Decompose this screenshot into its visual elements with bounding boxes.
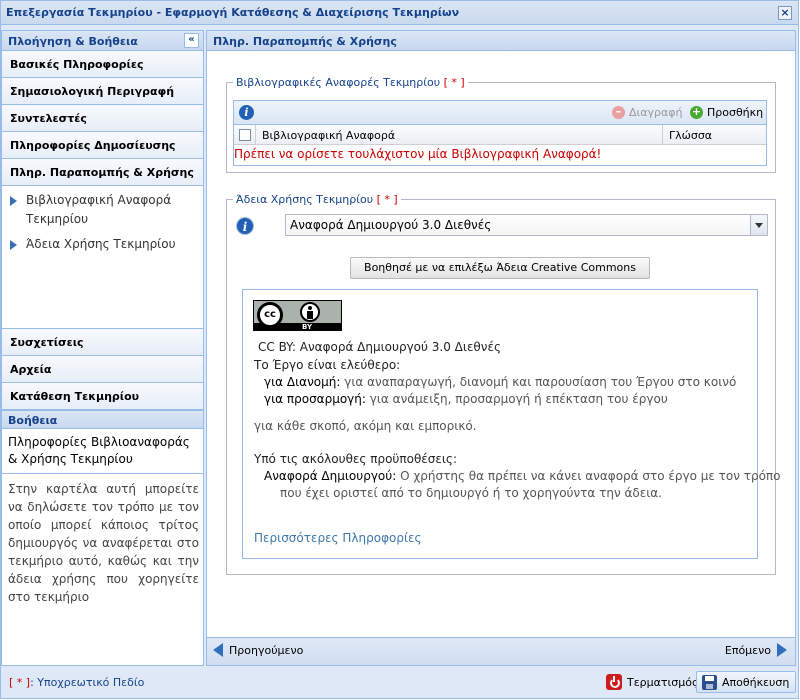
cc-by-badge-icon: cc BY — [253, 300, 342, 331]
help-body: Στην καρτέλα αυτή μπορείτε να δηλώσετε τ… — [8, 482, 199, 604]
citations-legend: Βιβλιογραφικές Αναφορές Τεκμηρίου [ * ] — [233, 76, 468, 89]
main-panel-header: Πληρ. Παραπομπής & Χρήσης — [207, 31, 795, 51]
delete-button[interactable]: – Διαγραφή — [612, 106, 682, 119]
attribution-person-icon — [300, 302, 320, 322]
nav-item-contributors[interactable]: Συντελεστές — [2, 105, 203, 132]
navigation-panel: Πλοήγηση & Βοήθεια « Βασικές Πληροφορίες… — [1, 30, 204, 666]
sub-link-label: Άδεια Χρήσης Τεκμηρίου — [26, 237, 176, 251]
more-info-link[interactable]: Περισσότερες Πληροφορίες — [254, 531, 422, 545]
nav-item-publication-info[interactable]: Πληροφορίες Δημοσίευσης — [2, 132, 203, 159]
terminate-button[interactable]: Τερματισμός — [601, 671, 703, 693]
required-field-note: [ * ]: Υποχρεωτικό Πεδίο — [9, 676, 145, 689]
close-icon[interactable]: × — [778, 6, 792, 20]
license-distribute-line: για Διανομή: για αναπαραγωγή, διανομή κα… — [264, 375, 737, 389]
add-button[interactable]: + Προσθήκη — [690, 106, 763, 119]
arrow-right-icon — [777, 643, 787, 657]
license-legend: Άδεια Χρήσης Τεκμηρίου [ * ] — [233, 193, 401, 206]
minus-icon: – — [612, 106, 625, 119]
license-summary-box: cc BY CC BY: Αναφορά Δημιουργού 3.0 Διεθ… — [242, 289, 781, 559]
nav-item-basic-info[interactable]: Βασικές Πληροφορίες — [2, 51, 203, 78]
navigation-panel-header: Πλοήγηση & Βοήθεια « — [2, 31, 203, 51]
citations-fieldset: Βιβλιογραφικές Αναφορές Τεκμηρίου [ * ] … — [226, 76, 776, 173]
info-icon[interactable]: i — [239, 105, 254, 120]
edit-item-window: Επεξεργασία Τεκμηρίου - Εφαρμογή Κατάθεσ… — [0, 0, 799, 699]
cc-license-helper-button[interactable]: Βοηθησέ με να επιλέξω Άδεια Creative Com… — [350, 257, 650, 279]
arrow-left-icon — [213, 643, 223, 657]
navigation-panel-title: Πλοήγηση & Βοήθεια — [8, 35, 138, 48]
nav-item-relations[interactable]: Συσχετίσεις — [2, 329, 203, 356]
save-button[interactable]: Αποθήκευση — [696, 671, 797, 693]
license-adapt-line: για προσαρμογή: για ανάμειξη, προσαρμογή… — [264, 392, 668, 406]
previous-button[interactable]: Προηγούμενο — [213, 643, 303, 657]
nav-item-citation-usage[interactable]: Πληρ. Παραπομπής & Χρήσης — [2, 159, 203, 186]
triangle-right-icon — [10, 196, 17, 206]
citations-toolbar: i – Διαγραφή + Προσθήκη — [234, 101, 766, 125]
window-titlebar[interactable]: Επεξεργασία Τεκμηρίου - Εφαρμογή Κατάθεσ… — [1, 1, 798, 25]
cc-logo: cc — [257, 302, 283, 328]
license-free-work: Το Έργο είναι ελεύθερο: — [254, 358, 401, 372]
collapse-panel-icon[interactable]: « — [184, 33, 199, 48]
license-attribution-line: Αναφορά Δημιουργού: Ο χρήστης θα πρέπει … — [264, 469, 781, 483]
license-attribution-line-2: που έχει οριστεί από το δημιουργό ή το χ… — [280, 486, 662, 500]
select-all-checkbox[interactable] — [238, 128, 251, 141]
license-conditions: Υπό τις ακόλουθες προϋποθέσεις: — [254, 452, 458, 466]
column-header-language[interactable]: Γλώσσα — [663, 125, 766, 144]
citations-error-message: Πρέπει να ορίσετε τουλάχιστον μία Βιβλιο… — [234, 147, 602, 161]
license-select-row: i Αναφορά Δημιουργού 3.0 Διεθνές — [233, 214, 768, 238]
sub-link-label: Βιβλιογραφική Αναφορά Τεκμηρίου — [26, 193, 172, 226]
by-label: BY — [302, 323, 313, 331]
help-heading: Πληροφορίες Βιβλιοαναφοράς & Χρήσης Τεκμ… — [2, 429, 203, 474]
nav-sub-list: Βιβλιογραφική Αναφορά Τεκμηρίου Άδεια Χρ… — [2, 186, 203, 329]
sub-link-license[interactable]: Άδεια Χρήσης Τεκμηρίου — [2, 233, 203, 258]
sub-link-bibliographic-reference[interactable]: Βιβλιογραφική Αναφορά Τεκμηρίου — [2, 189, 203, 233]
chevron-down-icon[interactable] — [750, 215, 767, 235]
citations-grid-header: Βιβλιογραφική Αναφορά Γλώσσα — [234, 125, 766, 145]
window-title: Επεξεργασία Τεκμηρίου - Εφαρμογή Κατάθεσ… — [6, 6, 460, 19]
license-select-value: Αναφορά Δημιουργού 3.0 Διεθνές — [290, 218, 492, 232]
license-select[interactable]: Αναφορά Δημιουργού 3.0 Διεθνές — [285, 214, 768, 236]
help-header: Βοήθεια — [2, 410, 203, 429]
required-marker: [ * ] — [443, 76, 465, 89]
main-panel-title: Πληρ. Παραπομπής & Χρήσης — [213, 35, 397, 48]
info-icon[interactable]: i — [236, 217, 254, 235]
plus-icon: + — [690, 105, 703, 119]
required-marker: [ * ] — [9, 676, 31, 689]
required-marker: [ * ] — [376, 193, 398, 206]
nav-item-files[interactable]: Αρχεία — [2, 356, 203, 383]
license-fieldset: Άδεια Χρήσης Τεκμηρίου [ * ] i Αναφορά Δ… — [226, 193, 781, 575]
column-header-reference[interactable]: Βιβλιογραφική Αναφορά — [256, 125, 663, 144]
step-navigation-bar: Προηγούμενο Επόμενο — [207, 637, 795, 665]
main-panel: Πληρ. Παραπομπής & Χρήσης Βιβλιογραφικές… — [206, 30, 796, 666]
nav-item-semantic-description[interactable]: Σημασιολογική Περιγραφή — [2, 78, 203, 105]
license-any-purpose: για κάθε σκοπό, ακόμη και εμπορικό. — [254, 419, 477, 433]
citations-grid: i – Διαγραφή + Προσθήκη Βιβλιογραφική Αν… — [233, 100, 767, 166]
power-icon — [606, 674, 622, 690]
floppy-disk-icon — [702, 674, 717, 690]
select-all-column — [234, 125, 256, 144]
nav-item-submit[interactable]: Κατάθεση Τεκμηρίου — [2, 383, 203, 410]
license-summary-title: CC BY: Αναφορά Δημιουργού 3.0 Διεθνές — [258, 340, 502, 354]
triangle-right-icon — [10, 240, 17, 250]
next-button[interactable]: Επόμενο — [725, 643, 787, 657]
window-footer: [ * ]: Υποχρεωτικό Πεδίο Τερματισμός Απο… — [1, 668, 798, 698]
